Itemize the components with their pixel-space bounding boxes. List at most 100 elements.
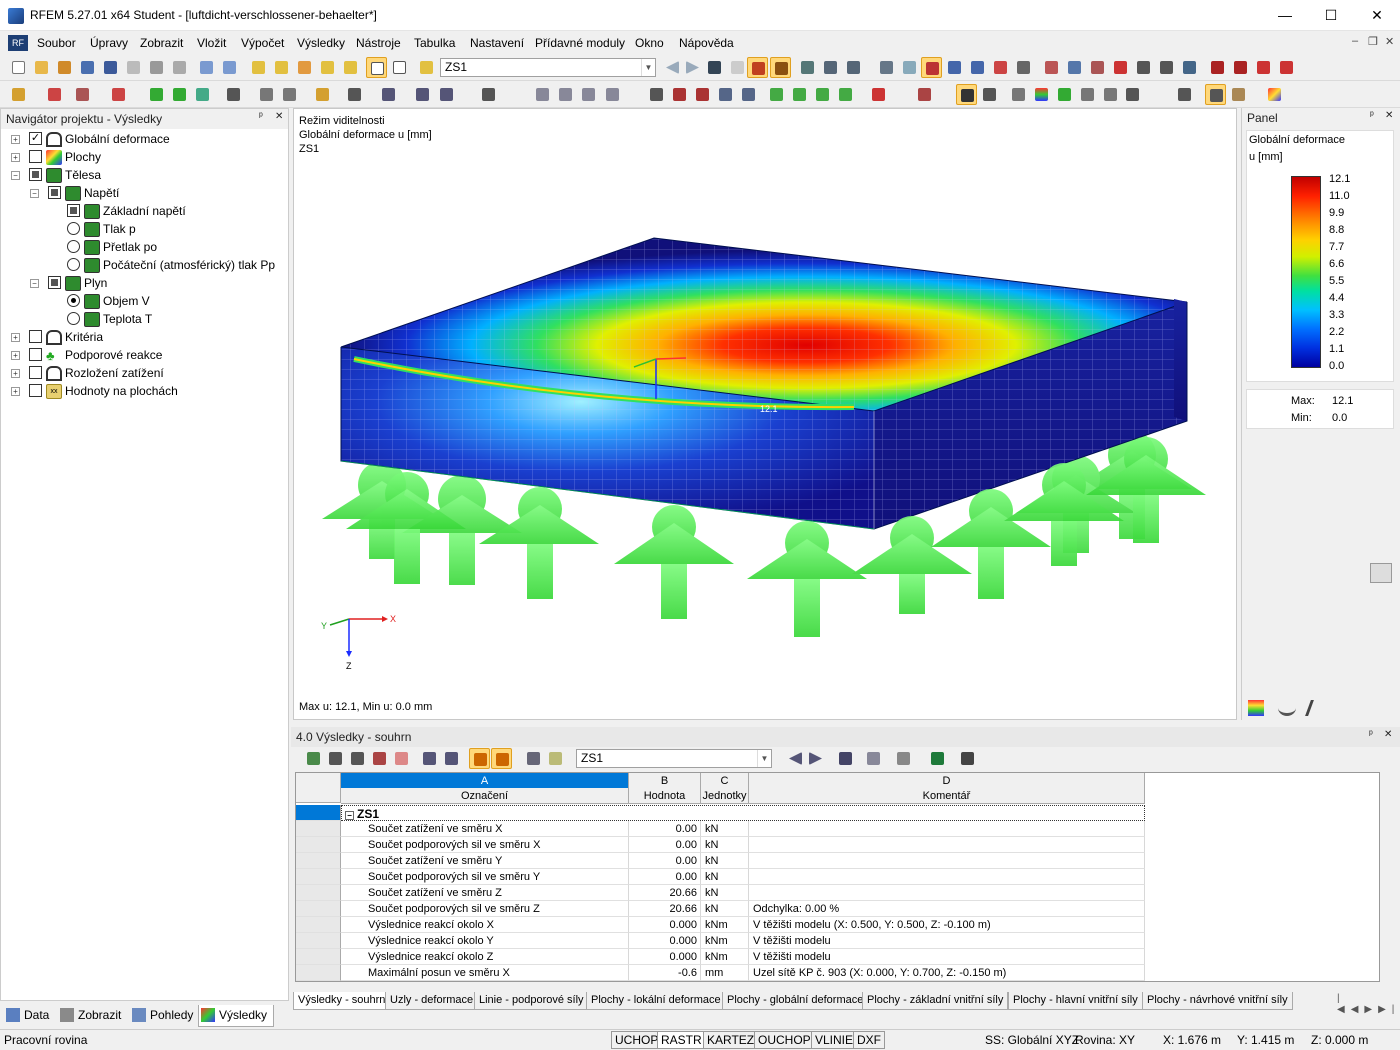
menu-vypocet[interactable]: Výpočet xyxy=(241,36,284,50)
pdf-icon[interactable] xyxy=(1276,57,1297,78)
snap-object-icon[interactable] xyxy=(944,57,965,78)
delete-tool-icon[interactable] xyxy=(1110,57,1131,78)
line-style-icon[interactable] xyxy=(1100,84,1121,105)
menu-tabulka[interactable]: Tabulka xyxy=(414,36,455,50)
filter-icon[interactable] xyxy=(478,84,499,105)
colors-icon[interactable] xyxy=(1031,84,1052,105)
section-cut-icon[interactable] xyxy=(1008,84,1029,105)
select-window-icon[interactable] xyxy=(317,57,338,78)
grid-icon[interactable] xyxy=(876,57,897,78)
line-support-icon[interactable] xyxy=(169,84,190,105)
divide-tool-icon[interactable] xyxy=(1133,57,1154,78)
guideline-button[interactable]: VLINIE xyxy=(811,1031,858,1049)
panel-balance-icon[interactable] xyxy=(1278,700,1296,716)
tree-item-overpressure[interactable]: Přetlak po xyxy=(1,238,288,256)
expand-icon[interactable]: + xyxy=(11,369,20,378)
solids-display-icon[interactable] xyxy=(602,84,623,105)
tree-item-pressure[interactable]: Tlak p xyxy=(1,220,288,238)
deformed-shape-icon[interactable] xyxy=(956,84,977,105)
tab-views[interactable]: Pohledy xyxy=(130,1005,193,1027)
line-tool-icon[interactable] xyxy=(1041,57,1062,78)
table-rows-icon[interactable] xyxy=(391,748,412,769)
radio-volume[interactable] xyxy=(67,294,80,307)
table-grid-icon[interactable] xyxy=(523,748,544,769)
radio-temperature[interactable] xyxy=(67,312,80,325)
checkbox-basic-stresses[interactable] xyxy=(67,204,80,217)
view-axes-icon[interactable] xyxy=(835,84,856,105)
zoom-window-icon[interactable] xyxy=(669,84,690,105)
tree-item-gas[interactable]: − Plyn xyxy=(1,274,288,292)
col-letter-a[interactable]: A xyxy=(341,773,629,789)
prev-load-case-icon[interactable] xyxy=(662,57,683,78)
checkbox-criteria[interactable] xyxy=(29,330,42,343)
move-icon[interactable] xyxy=(340,57,361,78)
results-filter-icon[interactable] xyxy=(835,748,856,769)
tree-item-support-reactions[interactable]: + ♣ Podporové reakce xyxy=(1,346,288,364)
table-sort-icon[interactable] xyxy=(325,748,346,769)
table-filter-icon[interactable] xyxy=(347,748,368,769)
nodes-display-icon[interactable] xyxy=(532,84,553,105)
row-header-selected[interactable] xyxy=(296,805,341,821)
mdi-minimize-button[interactable]: – xyxy=(1352,35,1358,47)
table-view-icon[interactable] xyxy=(389,57,410,78)
tree-item-solids[interactable]: − Tělesa xyxy=(1,166,288,184)
row-header[interactable] xyxy=(296,949,341,965)
view-wire-icon[interactable] xyxy=(436,84,457,105)
checkbox-support-reactions[interactable] xyxy=(29,348,42,361)
row-header[interactable] xyxy=(296,821,341,837)
import-icon[interactable] xyxy=(1230,57,1251,78)
mesh-icon[interactable] xyxy=(899,57,920,78)
view-y-icon[interactable] xyxy=(789,84,810,105)
surface-support-icon[interactable] xyxy=(192,84,213,105)
table-results2-icon[interactable] xyxy=(491,748,512,769)
new-file-icon[interactable] xyxy=(8,57,29,78)
collapse-icon[interactable]: − xyxy=(30,279,39,288)
expand-icon[interactable]: + xyxy=(11,387,20,396)
tab-surface-design-forces[interactable]: Plochy - návrhové vnitřní síly xyxy=(1142,992,1293,1010)
table-excel-icon[interactable] xyxy=(303,748,324,769)
panel-close-button[interactable]: ✕ xyxy=(1385,110,1393,121)
checkbox-gas[interactable] xyxy=(48,276,61,289)
table-results-icon[interactable] xyxy=(469,748,490,769)
row-header[interactable] xyxy=(296,885,341,901)
panel-zoom-icon[interactable] xyxy=(1370,563,1392,583)
load-icon[interactable] xyxy=(312,84,333,105)
surface-icon[interactable] xyxy=(108,84,129,105)
tab-surface-basic-forces[interactable]: Plochy - základní vnitřní síly xyxy=(862,992,1009,1010)
open-project-icon[interactable] xyxy=(54,57,75,78)
snap-grid-icon[interactable] xyxy=(921,57,942,78)
expand-icon[interactable]: + xyxy=(11,135,20,144)
menu-nastroje[interactable]: Nástroje xyxy=(356,36,401,50)
table-prev-icon[interactable] xyxy=(419,748,440,769)
panel-toggle-icon[interactable] xyxy=(1205,84,1226,105)
results-search-icon[interactable] xyxy=(863,748,884,769)
tree-item-load-distribution[interactable]: + Rozložení zatížení xyxy=(1,364,288,382)
properties-tool-icon[interactable] xyxy=(1156,57,1177,78)
table-columns-icon[interactable] xyxy=(369,748,390,769)
graphics-viewport[interactable]: Režim viditelnosti Globální deformace u … xyxy=(293,108,1237,720)
menu-upravy[interactable]: Úpravy xyxy=(90,36,128,50)
mdi-close-button[interactable]: ✕ xyxy=(1385,35,1394,48)
view-x-icon[interactable] xyxy=(766,84,787,105)
clipboard-icon[interactable] xyxy=(123,57,144,78)
collapse-icon[interactable]: − xyxy=(30,189,39,198)
export-icon[interactable] xyxy=(1207,57,1228,78)
panel-pen-icon[interactable] xyxy=(1305,700,1327,716)
members-display-icon[interactable] xyxy=(555,84,576,105)
table-edit-icon[interactable] xyxy=(545,748,566,769)
menu-soubor[interactable]: Soubor xyxy=(37,36,76,50)
radio-overpressure[interactable] xyxy=(67,240,80,253)
mdi-document-icon[interactable]: RF xyxy=(8,35,28,51)
tab-surface-principal-forces[interactable]: Plochy - hlavní vnitřní síly xyxy=(1008,992,1143,1010)
mirror-tool-icon[interactable] xyxy=(1087,57,1108,78)
coordinate-system-icon[interactable] xyxy=(990,57,1011,78)
hinge-icon[interactable] xyxy=(223,84,244,105)
dxf-button[interactable]: DXF xyxy=(853,1031,885,1049)
col-letter-c[interactable]: C xyxy=(701,773,749,789)
table-next-icon[interactable] xyxy=(441,748,462,769)
guide-lines-icon[interactable] xyxy=(1013,57,1034,78)
view-solid-icon[interactable] xyxy=(412,84,433,105)
section-icon[interactable] xyxy=(279,84,300,105)
view-box-icon[interactable] xyxy=(344,84,365,105)
show-results-icon[interactable] xyxy=(747,57,768,78)
